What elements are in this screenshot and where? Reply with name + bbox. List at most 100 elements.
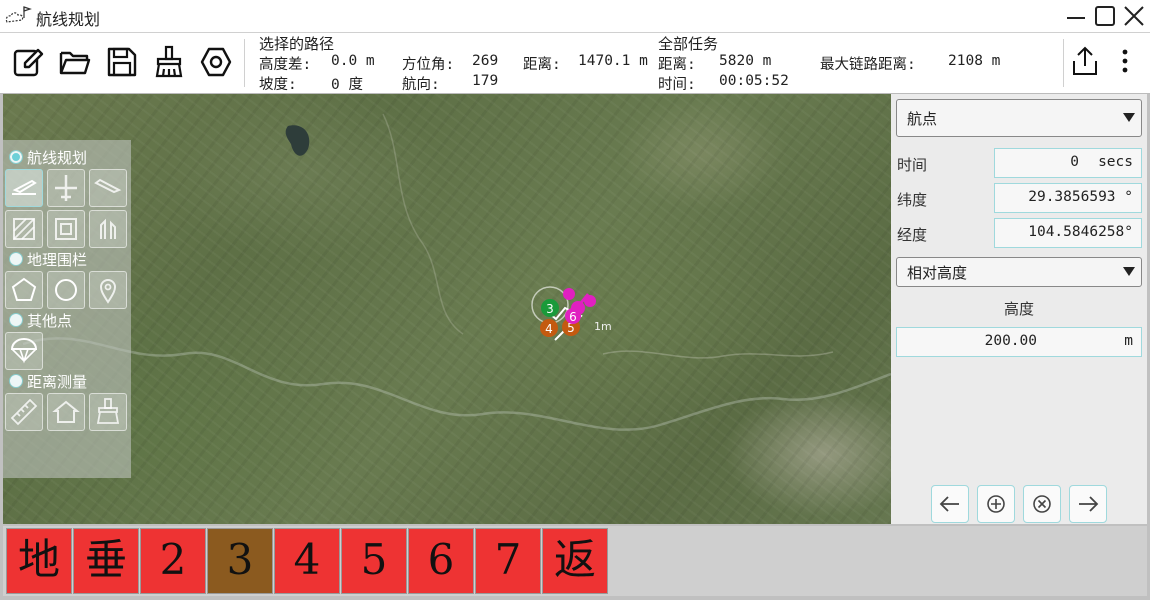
waypoint-dot[interactable] (584, 295, 596, 307)
other-points-label: 其他点 (27, 312, 73, 330)
corridor-icon (100, 218, 116, 239)
rally-point-tool[interactable] (89, 271, 127, 309)
settings-hex-icon[interactable] (199, 45, 233, 79)
latitude-field[interactable]: 29.3856593 ° (994, 183, 1142, 213)
altitude-field[interactable]: 200.00 m (896, 327, 1142, 357)
step-vertical[interactable]: 垂 (73, 528, 139, 594)
step-6[interactable]: 6 (408, 528, 474, 594)
ruler-icon (10, 398, 38, 426)
takeoff-icon (12, 179, 37, 195)
corridor-tool[interactable] (89, 210, 127, 248)
structure-scan-icon (55, 218, 77, 240)
time-field[interactable]: 0 secs (994, 148, 1142, 178)
total-distance-value: 5820 m (719, 53, 772, 69)
step-2[interactable]: 2 (140, 528, 206, 594)
chevron-down-icon (1123, 267, 1135, 276)
longitude-field[interactable]: 104.5846258° (994, 218, 1142, 248)
area-measure-tool[interactable] (47, 393, 85, 431)
alt-diff-value: 0.0 m (331, 53, 375, 69)
section-other-points[interactable]: 其他点 (9, 310, 72, 331)
next-waypoint-button[interactable] (1069, 485, 1107, 523)
step-return[interactable]: 返 (542, 528, 608, 594)
plan-tool-panel: 航线规划 地理围栏 其他点 距离测量 (3, 140, 131, 478)
path-distance-value: 1470.1 m (578, 53, 648, 69)
radio-geofence[interactable] (9, 252, 23, 266)
structure-scan-tool[interactable] (47, 210, 85, 248)
delete-waypoint-button[interactable] (1023, 485, 1061, 523)
area-house-icon (52, 400, 80, 423)
clear-measure-tool[interactable] (89, 393, 127, 431)
clear-brush-icon[interactable] (152, 45, 186, 79)
parachute-tool[interactable] (5, 332, 43, 370)
path-distance-label: 距离: (523, 57, 561, 73)
land-tool[interactable] (89, 169, 127, 207)
satellite-map[interactable]: 3 4 5 6 1m (3, 94, 891, 524)
mission-step-bar: 地 垂 2 3 4 5 6 7 返 (3, 526, 1147, 596)
upload-icon[interactable] (1068, 44, 1102, 78)
heading-label: 航向: (402, 77, 440, 93)
delete-circle-icon (1033, 495, 1051, 513)
map-overlay: 3 4 5 6 1m (22, 113, 891, 431)
max-link-value: 2108 m (948, 53, 1001, 69)
azimuth-value: 269 (472, 53, 499, 69)
minimize-icon[interactable] (1064, 4, 1088, 28)
open-folder-icon[interactable] (58, 45, 92, 79)
radio-other-points[interactable] (9, 313, 23, 327)
map-road-2 (602, 350, 834, 359)
waypoint-tool[interactable] (47, 169, 85, 207)
altitude-label: 高度 (1003, 300, 1034, 318)
waypoint-dot[interactable] (563, 288, 575, 300)
toolbar-separator (244, 39, 245, 87)
waypoint-marker-6-label: 6 (569, 310, 577, 324)
circle-fence-tool[interactable] (47, 271, 85, 309)
step-takeoff[interactable]: 地 (6, 528, 72, 594)
heading-value: 179 (472, 73, 499, 89)
step-3[interactable]: 3 (207, 528, 273, 594)
section-distance-measure[interactable]: 距离测量 (9, 371, 87, 392)
item-type-value: 航点 (907, 110, 938, 128)
longitude-value: 104.5846258° (1028, 224, 1133, 240)
step-4[interactable]: 4 (274, 528, 340, 594)
radio-distance-measure[interactable] (9, 374, 23, 388)
close-icon[interactable] (1122, 4, 1146, 28)
map-lake (285, 125, 310, 156)
map-river (22, 337, 891, 431)
longitude-label: 经度 (897, 226, 928, 244)
edit-icon[interactable] (11, 45, 45, 79)
polygon-fence-tool[interactable] (5, 271, 43, 309)
section-geofence[interactable]: 地理围栏 (9, 249, 87, 270)
clear-brush-icon (96, 398, 120, 424)
selected-path-header: 选择的路径 (259, 35, 335, 53)
title-bar: 航线规划 (0, 0, 1150, 33)
route-planning-label: 航线规划 (27, 149, 88, 167)
step-7[interactable]: 7 (475, 528, 541, 594)
prev-waypoint-button[interactable] (931, 485, 969, 523)
latitude-value: 29.3856593 ° (1028, 189, 1133, 205)
takeoff-tool[interactable] (5, 169, 43, 207)
app-window: 航线规划 选择的路径 高度差: 0.0 m 方位角: 269 距离: 1470.… (0, 0, 1150, 600)
plane-icon (55, 175, 77, 201)
add-waypoint-button[interactable] (977, 485, 1015, 523)
pin-icon (99, 279, 117, 304)
waypoint-editor-panel: 航点 时间 0 secs 纬度 29.3856593 ° 经度 104.5846… (891, 94, 1147, 524)
arrow-left-icon (939, 496, 959, 512)
geofence-label: 地理围栏 (27, 251, 88, 269)
time-unit: secs (1098, 154, 1133, 170)
radio-route-planning[interactable] (9, 150, 23, 164)
map-road (382, 113, 464, 335)
section-route-planning[interactable]: 航线规划 (9, 147, 87, 168)
altitude-mode-select[interactable]: 相对高度 (896, 257, 1142, 287)
ruler-tool[interactable] (5, 393, 43, 431)
item-type-select[interactable]: 航点 (896, 99, 1142, 137)
waypoint-marker-3-label: 3 (546, 302, 554, 316)
save-icon[interactable] (105, 45, 139, 79)
step-5[interactable]: 5 (341, 528, 407, 594)
window-title: 航线规划 (36, 10, 101, 29)
maximize-icon[interactable] (1093, 4, 1117, 28)
survey-tool[interactable] (5, 210, 43, 248)
azimuth-label: 方位角: (402, 57, 455, 73)
more-vert-icon[interactable] (1108, 44, 1142, 78)
total-mission-header: 全部任务 (658, 35, 719, 53)
survey-grid-icon (13, 218, 35, 240)
parachute-icon (10, 338, 38, 364)
